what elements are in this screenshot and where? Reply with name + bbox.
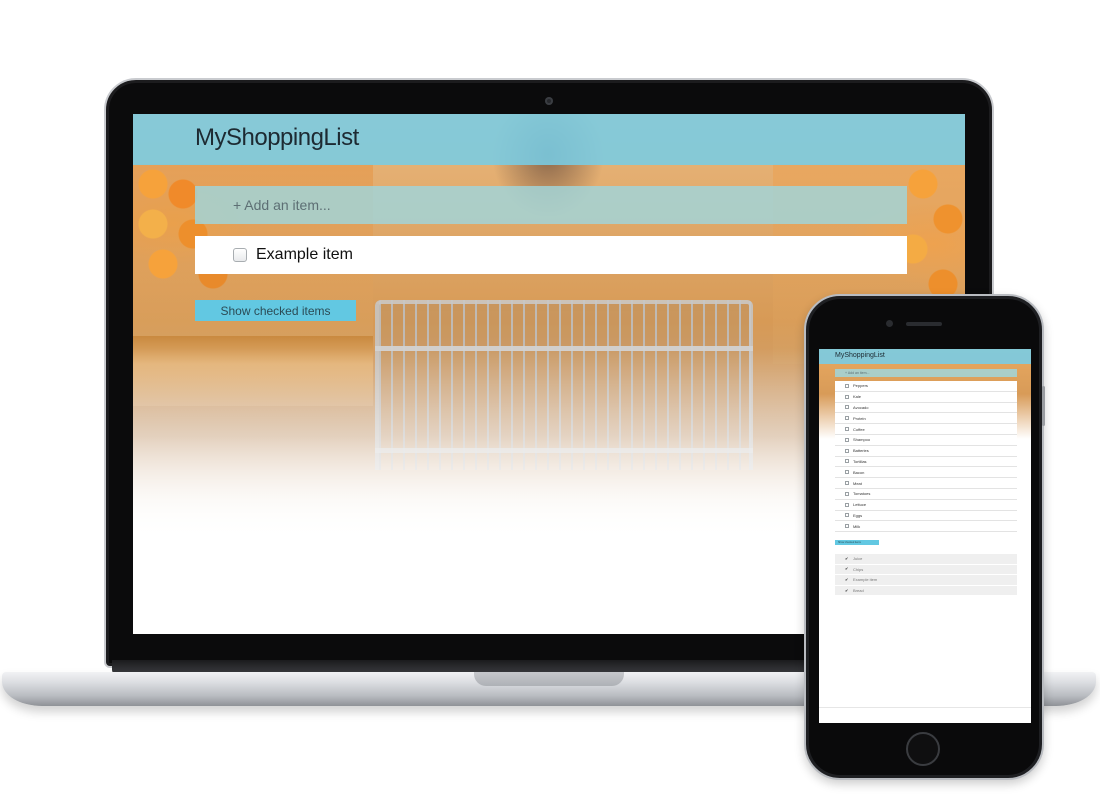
list-item[interactable]: Peppers <box>835 381 1017 392</box>
list-item[interactable]: Batteries <box>835 445 1017 457</box>
laptop-notch <box>474 672 624 686</box>
list-item-label: Avocado <box>853 404 869 410</box>
checkbox-icon[interactable] <box>845 448 849 453</box>
phone-divider <box>819 707 1031 708</box>
list-item[interactable]: Protein <box>835 413 1017 425</box>
list-item[interactable]: Meat <box>835 478 1017 489</box>
list-item-label: Bacon <box>853 469 865 475</box>
checkbox-icon[interactable] <box>845 470 849 475</box>
list-item-label: Kale <box>853 394 862 400</box>
checkbox-icon[interactable] <box>845 416 849 421</box>
list-item[interactable]: Shampoo <box>835 434 1017 446</box>
list-item[interactable]: Avocado <box>835 402 1017 414</box>
checkbox-icon[interactable] <box>845 427 849 432</box>
checkmark-icon[interactable]: ✔ <box>845 577 849 582</box>
show-checked-items-button[interactable]: Show checked items <box>195 300 356 321</box>
checkbox-icon[interactable] <box>845 524 849 529</box>
checked-item-label: Example item <box>853 577 878 583</box>
list-item-label: Protein <box>853 415 866 421</box>
phone-side-button <box>1042 386 1045 426</box>
list-item[interactable]: Lettuce <box>835 499 1017 511</box>
list-item[interactable]: Tortillas <box>835 456 1017 468</box>
checkbox-icon[interactable] <box>845 405 849 410</box>
list-item[interactable]: Example item <box>195 236 907 274</box>
list-item-label: Peppers <box>853 383 868 389</box>
checkbox-icon[interactable] <box>233 248 247 262</box>
checkbox-icon[interactable] <box>845 437 849 442</box>
checkbox-icon[interactable] <box>845 459 849 464</box>
phone-item-list: Peppers Kale Avocado Protein Coffee Sham… <box>835 381 1017 533</box>
list-item-label: Tortillas <box>853 458 867 464</box>
phone-app-header: MyShoppingList <box>819 349 1031 364</box>
phone-checked-list: ✔ Juice ✔ Chips ✔ Example item ✔ Bread <box>835 554 1017 597</box>
list-item-label: Tomatoes <box>853 491 871 497</box>
checked-item-label: Juice <box>853 556 863 562</box>
list-item-label: Batteries <box>853 448 869 454</box>
checkmark-icon[interactable]: ✔ <box>845 556 849 561</box>
app-header: MyShoppingList <box>133 114 965 165</box>
checkbox-icon[interactable] <box>845 481 849 486</box>
checkbox-icon[interactable] <box>845 491 849 496</box>
add-item-input[interactable] <box>195 186 907 224</box>
checked-list-item[interactable]: ✔ Juice <box>835 554 1017 565</box>
list-item[interactable]: Bacon <box>835 467 1017 479</box>
checkmark-icon[interactable]: ✔ <box>845 588 849 593</box>
checked-list-item[interactable]: ✔ Chips <box>835 564 1017 576</box>
list-item-label: Example item <box>256 246 353 263</box>
laptop-camera <box>545 97 553 105</box>
checked-item-label: Chips <box>853 566 864 572</box>
list-item-label: Lettuce <box>853 502 867 508</box>
checkbox-icon[interactable] <box>845 513 849 518</box>
phone-camera <box>886 320 893 327</box>
phone-show-checked-items-button[interactable]: Show checked items <box>835 540 879 545</box>
list-item-label: Eggs <box>853 512 863 518</box>
phone-screen: MyShoppingList + Add an item... Peppers … <box>819 349 1031 723</box>
checked-item-label: Bread <box>853 588 864 594</box>
list-item-label: Milk <box>853 523 861 529</box>
phone-home-button[interactable] <box>906 732 940 766</box>
phone-speaker <box>906 322 942 326</box>
list-item-label: Coffee <box>853 426 865 432</box>
list-item-label: Shampoo <box>853 437 871 443</box>
checked-list-item[interactable]: ✔ Example item <box>835 575 1017 586</box>
checkmark-icon[interactable]: ✔ <box>845 567 849 571</box>
checked-list-item[interactable]: ✔ Bread <box>835 585 1017 597</box>
app-title: MyShoppingList <box>195 124 359 151</box>
list-item[interactable]: Tomatoes <box>835 488 1017 500</box>
list-item-label: Meat <box>853 480 862 486</box>
list-item[interactable]: Eggs <box>835 510 1017 522</box>
list-item[interactable]: Kale <box>835 391 1017 403</box>
checkbox-icon[interactable] <box>845 394 849 399</box>
checkbox-icon[interactable] <box>845 383 849 388</box>
list-item[interactable]: Milk <box>835 521 1017 533</box>
phone-app-title: MyShoppingList <box>835 352 885 359</box>
checkbox-icon[interactable] <box>845 502 849 507</box>
list-item[interactable]: Coffee <box>835 424 1017 435</box>
phone-add-item-input[interactable]: + Add an item... <box>835 369 1017 377</box>
